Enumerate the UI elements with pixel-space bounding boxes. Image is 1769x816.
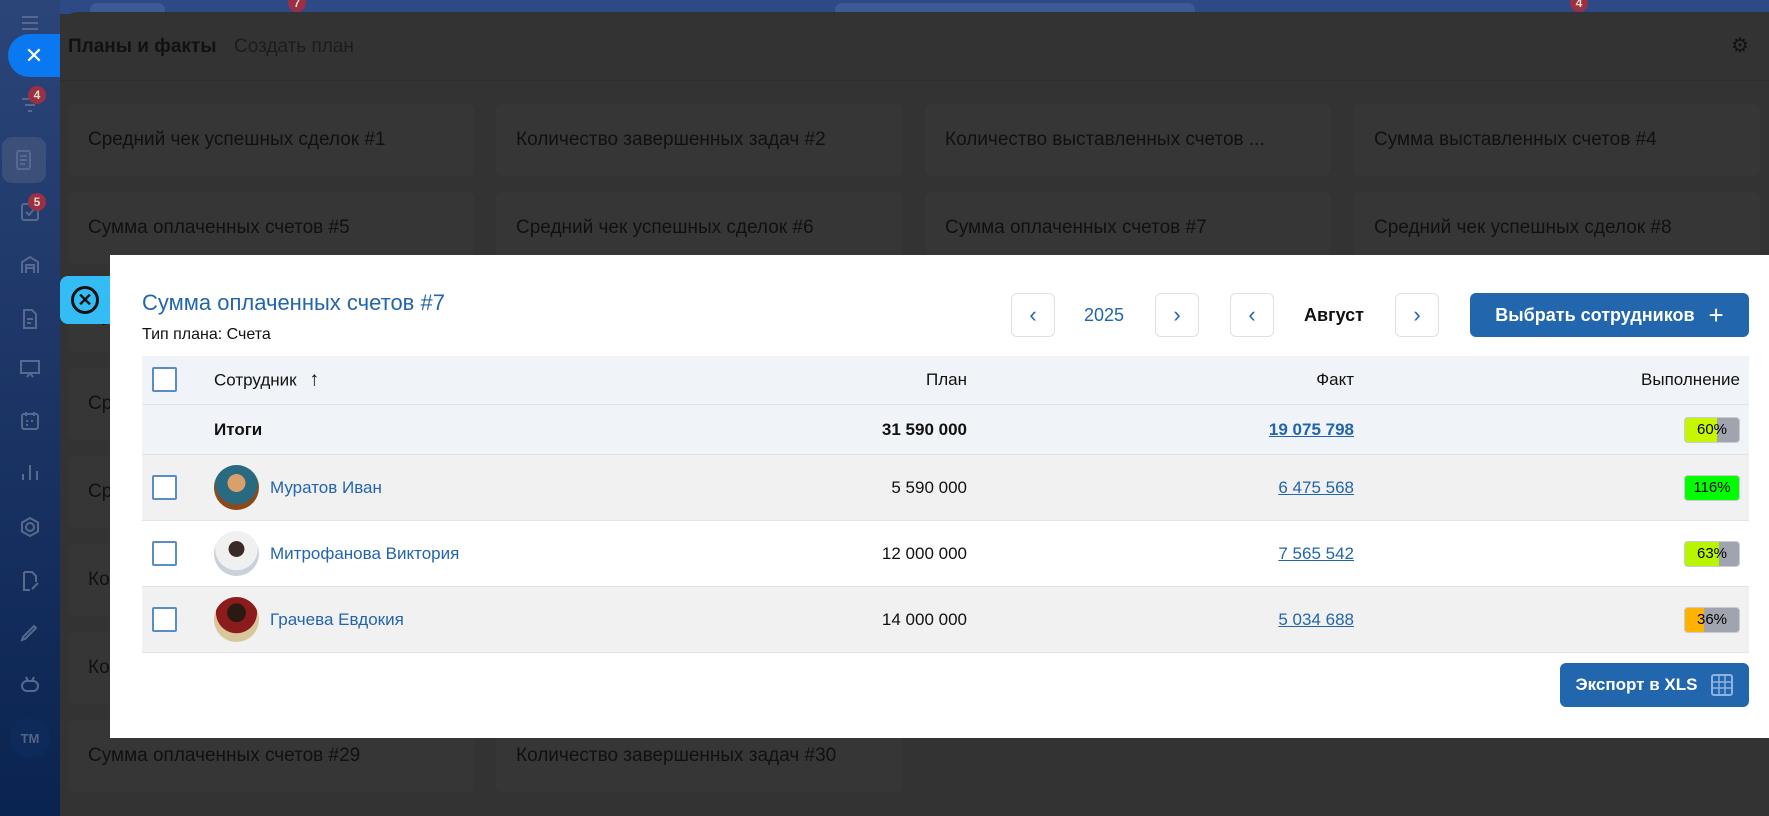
plan-card[interactable]: Средний чек успешных сделок #1: [68, 104, 474, 176]
documents-icon[interactable]: [2, 137, 46, 183]
plan-card[interactable]: Средний чек успешных сделок #6: [496, 192, 902, 264]
year-value: 2025: [1083, 305, 1125, 325]
fact-value-link[interactable]: 5 034 688: [1278, 610, 1354, 630]
fact-value-link[interactable]: 7 565 542: [1278, 544, 1354, 564]
notification-badge: 4: [1570, 0, 1588, 12]
sort-arrow-up-icon[interactable]: ↑: [309, 369, 319, 391]
chevron-right-icon: ›: [1413, 302, 1421, 327]
plan-card[interactable]: Количество завершенных задач #2: [496, 104, 902, 176]
totals-label: Итоги: [214, 419, 263, 439]
user-avatar[interactable]: TM: [10, 718, 50, 758]
tab-create-plan[interactable]: Создать план: [234, 36, 354, 58]
employee-name-link[interactable]: Грачева Евдокия: [270, 610, 404, 630]
avatar: [214, 464, 259, 510]
robot-icon[interactable]: [10, 664, 50, 704]
modal-title: Сумма оплаченных счетов #7: [142, 290, 445, 315]
close-icon: ✕: [24, 42, 44, 68]
plan-type: Тип плана: Счета: [142, 326, 271, 343]
employee-column-header[interactable]: Сотрудник ↑: [214, 369, 319, 392]
next-year-button[interactable]: ›: [1155, 293, 1199, 337]
analytics-icon[interactable]: [10, 452, 50, 492]
row-checkbox[interactable]: [152, 474, 177, 500]
sidebar: 4 5 TM ✕: [0, 0, 60, 816]
sidebar-badge: 4: [28, 86, 46, 104]
table-row: Грачева Евдокия 14 000 000 5 034 688 36%: [142, 587, 1749, 653]
avatar: [214, 596, 259, 642]
avatar: [214, 530, 259, 576]
gear-icon[interactable]: ⚙: [1731, 36, 1751, 56]
warehouse-icon[interactable]: [10, 245, 50, 285]
close-circle-icon: ✕: [71, 286, 99, 314]
plan-card[interactable]: Сумма оплаченных счетов #7: [925, 192, 1331, 264]
modal-close-button[interactable]: ✕: [60, 276, 110, 324]
chevron-right-icon: ›: [1173, 302, 1181, 327]
select-employees-button[interactable]: Выбрать сотрудников +: [1470, 293, 1749, 337]
totals-plan: 31 590 000: [881, 419, 967, 439]
progress-badge: 36%: [1684, 606, 1740, 633]
plus-icon: +: [1708, 299, 1724, 330]
file-icon[interactable]: [10, 299, 50, 339]
employee-name-link[interactable]: Митрофанова Виктория: [270, 544, 459, 564]
totals-fact-link[interactable]: 19 075 798: [1269, 420, 1354, 440]
export-label: Экспорт в XLS: [1575, 675, 1698, 694]
prev-month-button[interactable]: ‹: [1230, 293, 1274, 337]
totals-progress-badge: 60%: [1684, 416, 1740, 443]
fact-value-link[interactable]: 6 475 568: [1278, 478, 1354, 498]
totals-row: Итоги 31 590 000 19 075 798 60%: [142, 405, 1749, 455]
calendar-icon[interactable]: [10, 401, 50, 441]
table-row: Муратов Иван 5 590 000 6 475 568 116%: [142, 455, 1749, 521]
progress-badge: 116%: [1684, 474, 1740, 501]
employee-name-link[interactable]: Муратов Иван: [270, 478, 382, 498]
presentation-icon[interactable]: [10, 349, 50, 389]
table-header: Сотрудник ↑ План Факт Выполнение: [142, 356, 1749, 405]
plan-card[interactable]: Количество выставленных счетов ...: [925, 104, 1331, 176]
notification-badge: 7: [288, 0, 306, 12]
export-xls-button[interactable]: Экспорт в XLS: [1560, 663, 1749, 707]
plan-value: 12 000 000: [881, 543, 967, 563]
panel-header: Планы и факты Создать план ⚙: [60, 12, 1769, 81]
pen-icon[interactable]: [10, 612, 50, 652]
table-row: Митрофанова Виктория 12 000 000 7 565 54…: [142, 521, 1749, 587]
chevron-left-icon: ‹: [1029, 302, 1037, 327]
row-checkbox[interactable]: [152, 606, 177, 632]
plan-detail-modal: Сумма оплаченных счетов #7 Тип плана: Сч…: [110, 255, 1769, 738]
fact-column-header: Факт: [1316, 370, 1354, 389]
month-value: Август: [1304, 305, 1364, 325]
plan-value: 5 590 000: [891, 477, 967, 497]
plan-value: 14 000 000: [881, 609, 967, 629]
row-checkbox[interactable]: [152, 540, 177, 566]
chevron-left-icon: ‹: [1248, 302, 1256, 327]
performance-column-header: Выполнение: [1641, 370, 1740, 389]
plan-column-header: План: [926, 370, 967, 389]
select-all-checkbox[interactable]: [152, 367, 177, 392]
plan-card[interactable]: Сумма выставленных счетов #4: [1354, 104, 1760, 176]
plan-card[interactable]: Средний чек успешных сделок #8: [1354, 192, 1760, 264]
plan-card[interactable]: Сумма оплаченных счетов #5: [68, 192, 474, 264]
sidebar-badge: 5: [28, 193, 46, 211]
progress-badge: 63%: [1684, 540, 1740, 567]
select-employees-label: Выбрать сотрудников: [1495, 304, 1695, 325]
document-edit-icon[interactable]: [10, 561, 50, 601]
table-icon: [1711, 674, 1734, 696]
tab-plans-and-facts[interactable]: Планы и факты: [68, 36, 216, 58]
employees-table: Сотрудник ↑ План Факт Выполнение Итоги 3…: [142, 356, 1749, 653]
close-slider-button[interactable]: ✕: [8, 34, 60, 77]
hexagon-icon[interactable]: [10, 507, 50, 547]
next-month-button[interactable]: ›: [1395, 293, 1439, 337]
